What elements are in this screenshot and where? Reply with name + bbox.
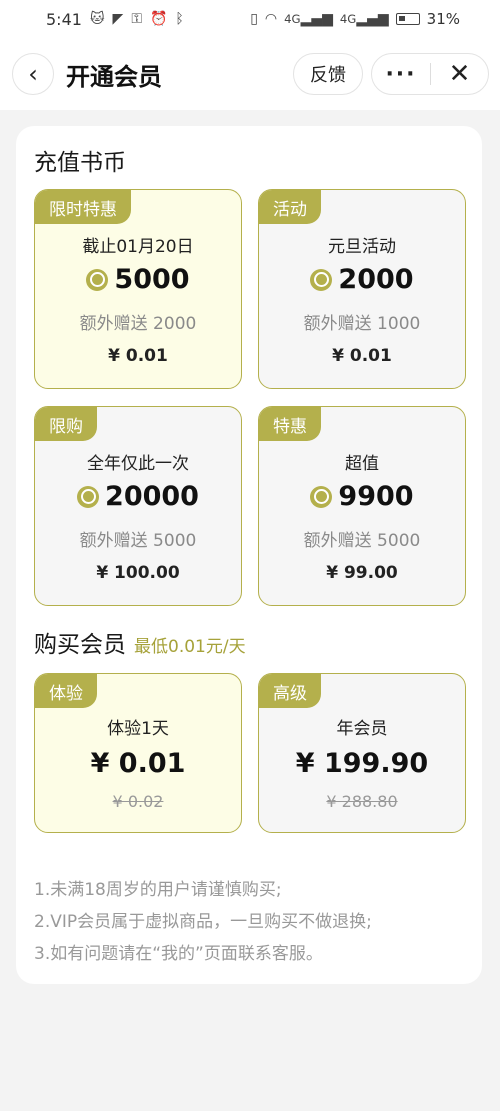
tile-bonus: 额外赠送 5000	[303, 531, 421, 551]
plan-badge: 体验	[35, 674, 97, 708]
status-right: ▯ ◠ 4G▂▄▆ 4G▂▄▆ 31%	[250, 10, 460, 28]
plan-name: 体验1天	[107, 719, 169, 739]
tile-price: ¥ 0.01	[108, 346, 168, 366]
tile-amount: 2000	[338, 264, 414, 295]
tile-label: 全年仅此一次	[87, 454, 189, 474]
tile-amount-row: 5000	[35, 264, 241, 295]
miniapp-capsule: ··· ✕	[371, 53, 489, 95]
battery-level: 31%	[426, 10, 460, 28]
status-bar: 5:41 🐱 ◤ ⚿ ⏰ ᛒ ▯ ◠ 4G▂▄▆ 4G▂▄▆ 31%	[0, 0, 500, 38]
status-time: 5:41	[46, 9, 82, 29]
tile-bonus: 额外赠送 1000	[303, 314, 421, 334]
note-item: 2.VIP会员属于虚拟商品，一旦购买不做退换;	[34, 912, 372, 932]
battery-icon	[395, 13, 420, 25]
recharge-section-title: 充值书币	[34, 150, 126, 176]
recharge-option-3[interactable]: 限购 全年仅此一次 20000 额外赠送 5000 ¥ 100.00	[34, 406, 242, 606]
pointer-icon: ◤	[112, 11, 124, 27]
cat-icon: 🐱	[89, 11, 105, 27]
membership-title: 购买会员	[34, 632, 126, 658]
tile-amount-row: 9900	[259, 481, 465, 512]
vibrate-icon: ▯	[250, 11, 258, 27]
tile-bonus: 额外赠送 5000	[79, 531, 197, 551]
membership-section-title: 购买会员 最低0.01元/天	[34, 625, 246, 659]
close-button[interactable]: ✕	[431, 59, 488, 89]
feedback-button[interactable]: 反馈	[293, 53, 363, 95]
note-item: 3.如有问题请在“我的”页面联系客服。	[34, 944, 323, 964]
tile-price: ¥ 99.00	[326, 563, 398, 583]
tile-badge: 限购	[35, 407, 97, 441]
back-button[interactable]: ‹	[12, 53, 54, 95]
tile-label: 超值	[345, 454, 379, 474]
wifi-icon: ◠	[264, 11, 278, 27]
alarm-icon: ⏰	[149, 11, 168, 27]
tile-bonus: 额外赠送 2000	[79, 314, 197, 334]
more-icon: ···	[385, 61, 417, 87]
nav-bar: ‹ 开通会员 反馈 ··· ✕	[0, 38, 500, 110]
tile-amount-row: 20000	[35, 481, 241, 512]
coin-icon	[310, 268, 333, 291]
note-item: 1.未满18周岁的用户请谨慎购买;	[34, 880, 282, 900]
signal-icon-1: 4G▂▄▆	[284, 11, 333, 27]
coin-icon	[77, 485, 100, 508]
plan-price: ¥ 199.90	[295, 748, 429, 779]
tile-amount: 5000	[114, 264, 190, 295]
content-card: 充值书币 限时特惠 截止01月20日 5000 额外赠送 2000 ¥ 0.01…	[16, 126, 482, 984]
plan-price: ¥ 0.01	[90, 748, 186, 779]
recharge-option-1[interactable]: 限时特惠 截止01月20日 5000 额外赠送 2000 ¥ 0.01	[34, 189, 242, 389]
tile-label: 元旦活动	[328, 237, 396, 257]
plan-name: 年会员	[336, 719, 388, 739]
tile-amount-row: 2000	[259, 264, 465, 295]
plan-original-price: ¥ 0.02	[112, 792, 164, 811]
recharge-option-2[interactable]: 活动 元旦活动 2000 额外赠送 1000 ¥ 0.01	[258, 189, 466, 389]
plan-badge: 高级	[259, 674, 321, 708]
chevron-left-icon: ‹	[28, 60, 38, 88]
coin-icon	[310, 485, 333, 508]
tile-amount: 20000	[105, 481, 199, 512]
plan-original-price: ¥ 288.80	[326, 792, 398, 811]
page-title: 开通会员	[66, 62, 162, 91]
more-button[interactable]: ···	[372, 62, 430, 87]
purchase-notes: 1.未满18周岁的用户请谨慎购买; 2.VIP会员属于虚拟商品，一旦购买不做退换…	[34, 874, 372, 970]
tile-badge: 活动	[259, 190, 321, 224]
signal-icon-2: 4G▂▄▆	[339, 11, 389, 27]
tile-price: ¥ 100.00	[96, 563, 180, 583]
recharge-option-4[interactable]: 特惠 超值 9900 额外赠送 5000 ¥ 99.00	[258, 406, 466, 606]
membership-plan-1[interactable]: 体验 体验1天 ¥ 0.01 ¥ 0.02	[34, 673, 242, 833]
tile-badge: 特惠	[259, 407, 321, 441]
tile-amount: 9900	[338, 481, 414, 512]
key-icon: ⚿	[131, 11, 142, 27]
coin-icon	[86, 268, 109, 291]
tile-price: ¥ 0.01	[332, 346, 392, 366]
membership-plan-2[interactable]: 高级 年会员 ¥ 199.90 ¥ 288.80	[258, 673, 466, 833]
tile-label: 截止01月20日	[82, 237, 194, 257]
status-left: 5:41 🐱 ◤ ⚿ ⏰ ᛒ	[46, 10, 184, 29]
membership-min-price-hint: 最低0.01元/天	[134, 637, 246, 657]
bluetooth-icon: ᛒ	[175, 11, 184, 27]
tile-badge: 限时特惠	[35, 190, 131, 224]
close-icon: ✕	[448, 59, 471, 89]
